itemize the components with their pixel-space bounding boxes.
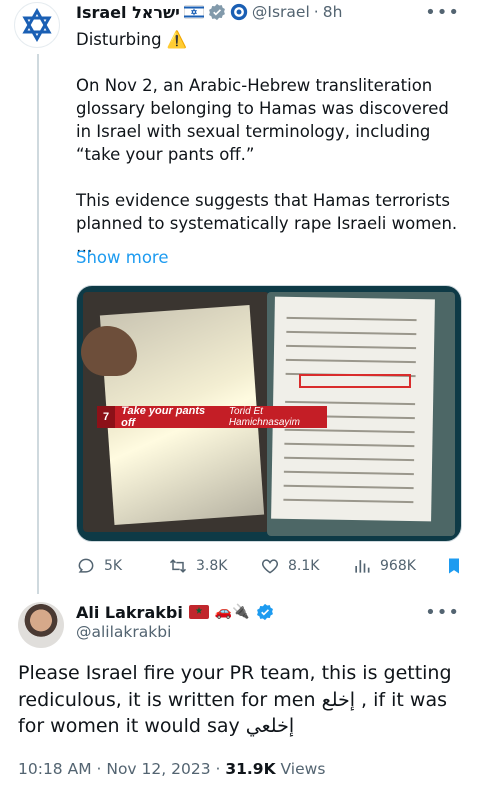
retweet-button[interactable]: 3.8K [168, 556, 227, 576]
tweet2-text: Please Israel fire your PR team, this is… [18, 662, 452, 737]
gray-verified-badge-icon [208, 3, 226, 21]
author-name[interactable]: Israel ישראל [76, 3, 180, 22]
caption-english: Take your pants off [121, 405, 206, 429]
bookmark-filled-icon [449, 558, 459, 574]
views-button[interactable]: 968K [352, 556, 416, 576]
blue-verified-badge-icon [256, 603, 274, 621]
like-count: 8.1K [288, 558, 320, 574]
tweet1-header: Israel ישראל @Israel · 8h [76, 0, 342, 24]
more-options-icon[interactable]: ••• [425, 2, 460, 23]
reply-icon [78, 558, 94, 573]
ali-avatar[interactable] [18, 602, 64, 648]
author-name[interactable]: Ali Lakrakbi [76, 603, 183, 622]
separator-dot: · [313, 3, 319, 21]
show-more-link[interactable]: Show more [76, 248, 169, 267]
bookmark-button[interactable] [444, 556, 464, 576]
tweet1-text: Disturbing ⚠️ On Nov 2, an Arabic-Hebrew… [76, 28, 466, 281]
morocco-flag-icon [188, 605, 209, 619]
views-count: 968K [380, 558, 416, 574]
retweet-count: 3.8K [196, 558, 228, 574]
star-of-david-icon [22, 8, 52, 42]
caption-transliteration: Torid Et Hamichnasayim [228, 406, 300, 428]
tweet1-action-bar: 5K 3.8K 8.1K 968K [76, 552, 466, 580]
tweet1-paragraph-2: On Nov 2, an Arabic-Hebrew transliterati… [76, 76, 449, 164]
reply-count: 5K [104, 558, 123, 574]
views-label: Views [275, 760, 326, 778]
analytics-icon [355, 560, 370, 573]
image-caption-bar: 7 Take your pants off Torid Et Hamichnas… [97, 405, 327, 429]
israel-flag-icon [183, 5, 204, 19]
car-plug-emoji: 🚗🔌 [214, 604, 250, 620]
tweet2-metadata: 10:18 AM · Nov 12, 2023 · 31.9K Views [18, 760, 325, 778]
government-affiliation-icon [230, 3, 248, 21]
retweet-icon [169, 559, 187, 573]
tweet1-paragraph-1: Disturbing ⚠️ [76, 30, 188, 49]
highlight-box [299, 374, 411, 388]
like-button[interactable]: 8.1K [260, 556, 319, 576]
author-handle[interactable]: @Israel [252, 3, 310, 21]
reply-button[interactable]: 5K [76, 556, 122, 576]
caption-number: 7 [97, 406, 116, 428]
israel-avatar[interactable] [14, 2, 60, 48]
tweet1-media-image[interactable]: 7 Take your pants off Torid Et Hamichnas… [76, 285, 462, 542]
post-time[interactable]: 8h [323, 3, 343, 21]
more-options-icon[interactable]: ••• [425, 602, 460, 623]
tweet2-header: Ali Lakrakbi 🚗🔌 [76, 600, 274, 624]
post-timestamp[interactable]: 10:18 AM · Nov 12, 2023 · [18, 760, 225, 778]
heart-icon [261, 559, 279, 574]
views-count: 31.9K [225, 760, 276, 778]
author-handle[interactable]: @alilakrakbi [76, 623, 171, 641]
thread-line [37, 54, 39, 594]
